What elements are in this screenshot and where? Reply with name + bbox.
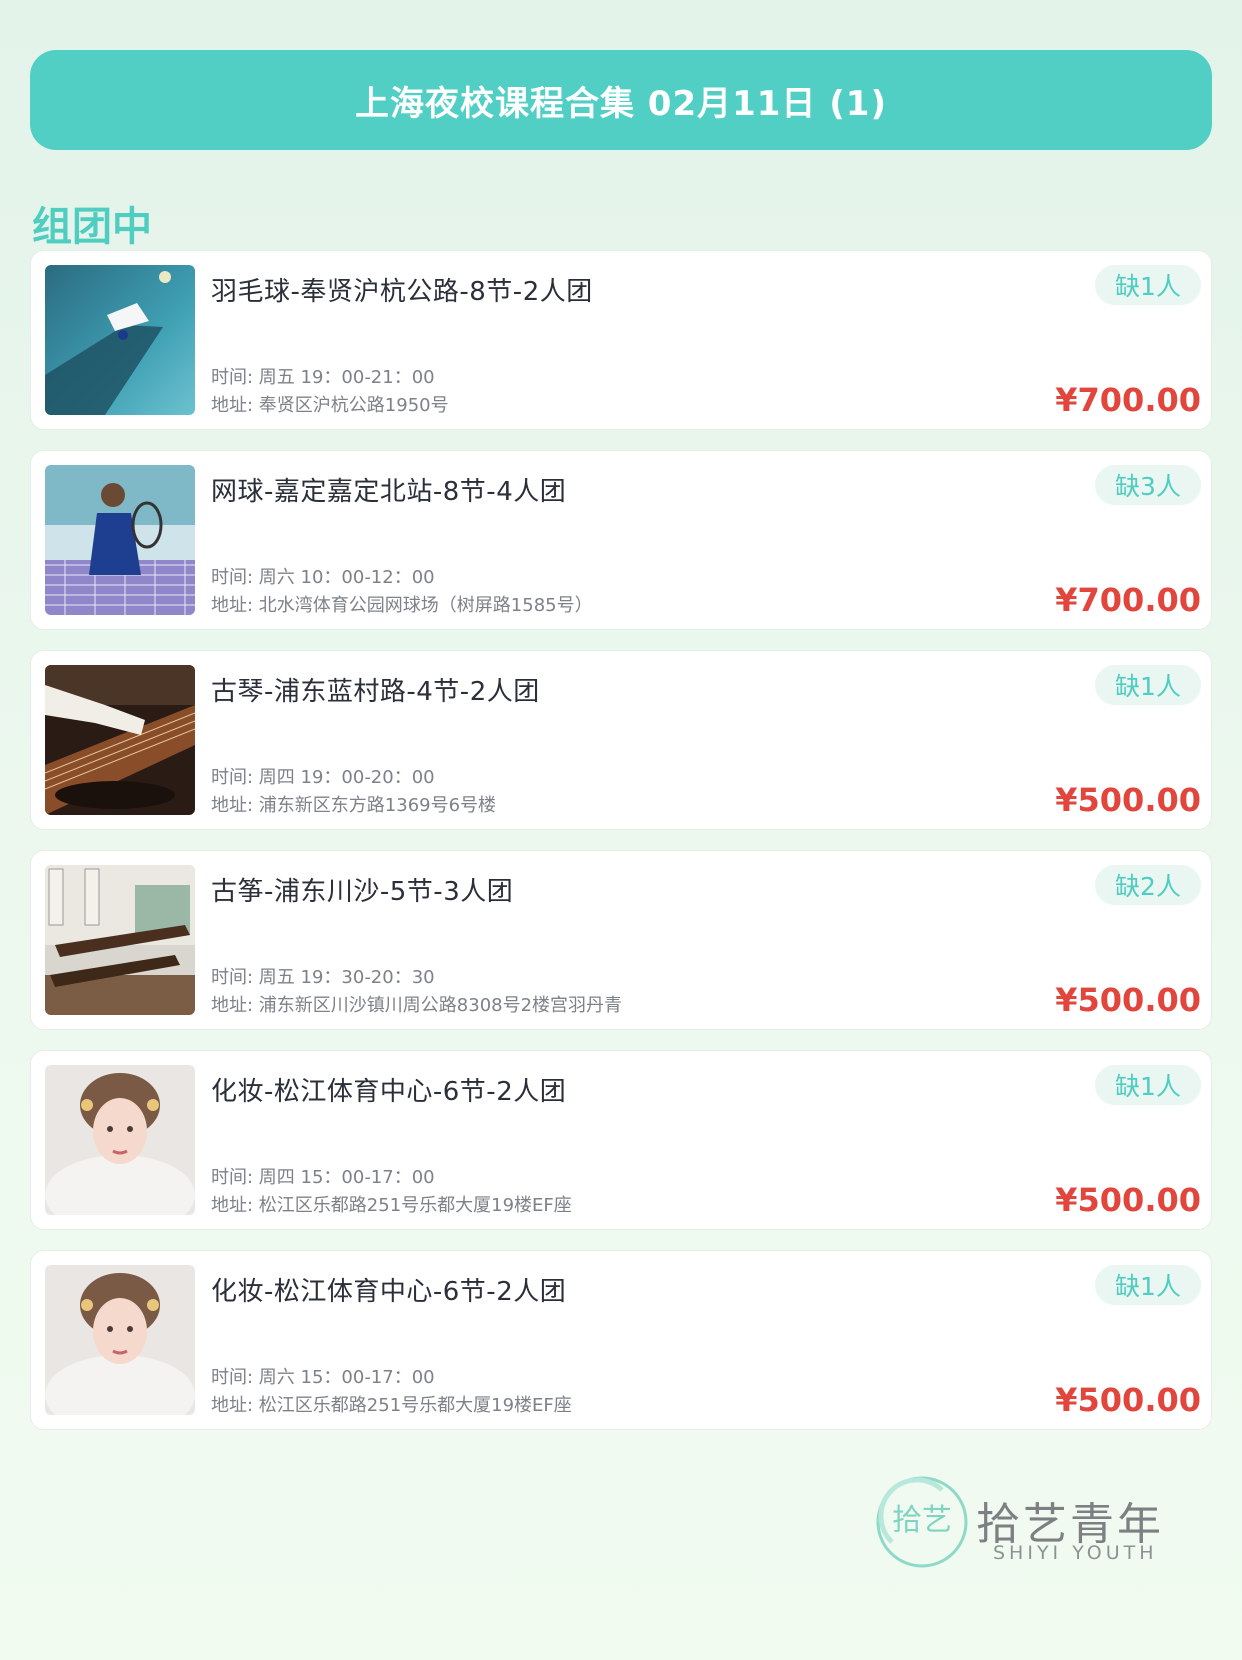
svg-text:拾艺: 拾艺 [892,1503,952,1538]
course-title: 网球-嘉定嘉定北站-8节-4人团 [211,477,567,507]
course-time: 时间: 周四 15：00-17：00 [211,1167,435,1188]
brand-name-en: SHIYI YOUTH [993,1542,1158,1564]
makeup-image [45,1265,195,1415]
course-card[interactable]: 羽毛球-奉贤沪杭公路-8节-2人团 时间: 周五 19：00-21：00 地址:… [30,250,1212,430]
course-price: ¥500.00 [1055,1381,1201,1419]
section-title-grouping: 组团中 [32,204,152,250]
course-address: 地址: 浦东新区川沙镇川周公路8308号2楼宫羽丹青 [211,995,623,1016]
tennis-image [45,465,195,615]
course-address: 地址: 松江区乐都路251号乐都大厦19楼EF座 [211,1195,572,1216]
course-time: 时间: 周四 19：00-20：00 [211,767,435,788]
course-time: 时间: 周五 19：00-21：00 [211,367,435,388]
course-time: 时间: 周五 19：30-20：30 [211,967,435,988]
guzheng-image [45,865,195,1015]
course-address: 地址: 奉贤区沪杭公路1950号 [211,395,449,416]
course-price: ¥500.00 [1055,1181,1201,1219]
course-card[interactable]: 化妆-松江体育中心-6节-2人团 时间: 周六 15：00-17：00 地址: … [30,1250,1212,1430]
makeup-image [45,1065,195,1215]
course-title: 古筝-浦东川沙-5节-3人团 [211,877,514,907]
course-title: 羽毛球-奉贤沪杭公路-8节-2人团 [211,277,593,307]
page-title: 上海夜校课程合集 02月11日 (1) [354,83,888,124]
badminton-image [45,265,195,415]
spots-left-badge: 缺2人 [1095,865,1201,905]
course-time: 时间: 周六 10：00-12：00 [211,567,435,588]
course-address: 地址: 松江区乐都路251号乐都大厦19楼EF座 [211,1395,572,1416]
course-address: 地址: 浦东新区东方路1369号6号楼 [211,795,497,816]
course-price: ¥500.00 [1055,781,1201,819]
course-card[interactable]: 古筝-浦东川沙-5节-3人团 时间: 周五 19：30-20：30 地址: 浦东… [30,850,1212,1030]
course-card[interactable]: 网球-嘉定嘉定北站-8节-4人团 时间: 周六 10：00-12：00 地址: … [30,450,1212,630]
course-title: 古琴-浦东蓝村路-4节-2人团 [211,677,540,707]
course-price: ¥700.00 [1055,581,1201,619]
course-price: ¥700.00 [1055,381,1201,419]
course-time: 时间: 周六 15：00-17：00 [211,1367,435,1388]
course-card[interactable]: 化妆-松江体育中心-6节-2人团 时间: 周四 15：00-17：00 地址: … [30,1050,1212,1230]
spots-left-badge: 缺3人 [1095,465,1201,505]
page-header: 上海夜校课程合集 02月11日 (1) [30,50,1212,150]
spots-left-badge: 缺1人 [1095,1065,1201,1105]
course-address: 地址: 北水湾体育公园网球场（树屏路1585号） [211,595,593,616]
guqin-image [45,665,195,815]
spots-left-badge: 缺1人 [1095,665,1201,705]
brand-logo-icon: 拾艺 [872,1472,972,1572]
spots-left-badge: 缺1人 [1095,265,1201,305]
course-card[interactable]: 古琴-浦东蓝村路-4节-2人团 时间: 周四 19：00-20：00 地址: 浦… [30,650,1212,830]
course-price: ¥500.00 [1055,981,1201,1019]
course-title: 化妆-松江体育中心-6节-2人团 [211,1077,567,1107]
course-title: 化妆-松江体育中心-6节-2人团 [211,1277,567,1307]
spots-left-badge: 缺1人 [1095,1265,1201,1305]
